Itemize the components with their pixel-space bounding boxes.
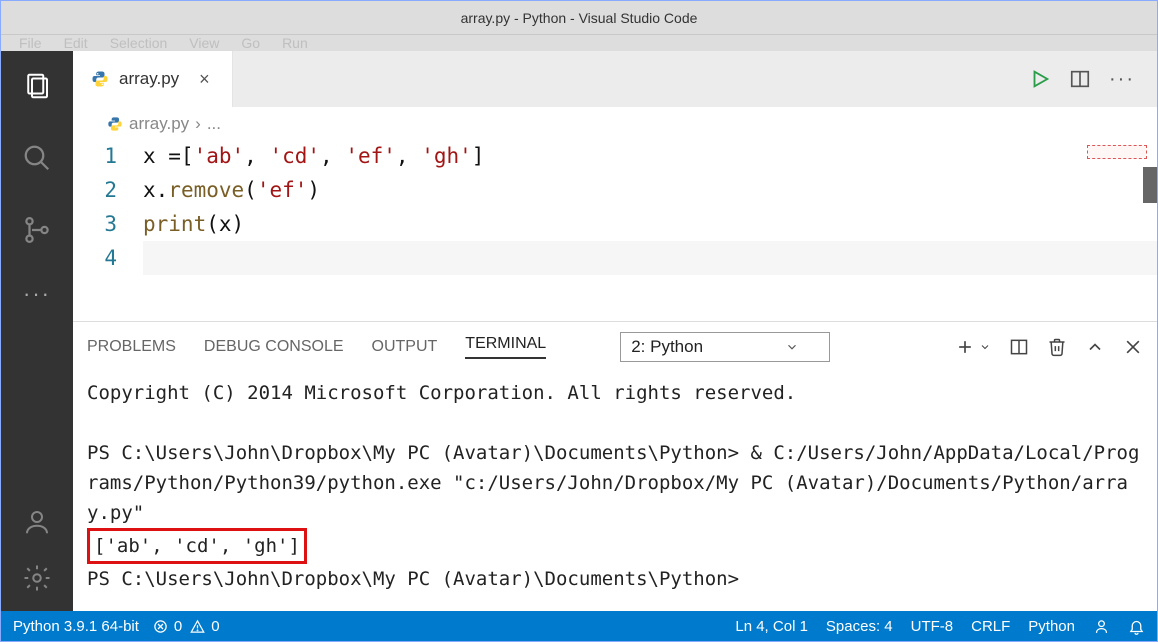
- titlebar: array.py - Python - Visual Studio Code: [1, 1, 1157, 35]
- source-control-icon[interactable]: [22, 215, 52, 245]
- python-file-icon: [107, 116, 123, 132]
- settings-gear-icon[interactable]: [22, 563, 52, 593]
- terminal-line: Copyright (C) 2014 Microsoft Corporation…: [87, 382, 796, 404]
- terminal-highlighted-output: ['ab', 'cd', 'gh']: [87, 528, 307, 564]
- line-number: 2: [73, 173, 117, 207]
- status-encoding[interactable]: UTF-8: [911, 618, 954, 635]
- status-python-version[interactable]: Python 3.9.1 64-bit: [13, 618, 139, 635]
- status-warning-count: 0: [211, 618, 219, 635]
- status-errors[interactable]: 0: [153, 618, 182, 635]
- terminal-line: PS C:\Users\John\Dropbox\My PC (Avatar)\…: [87, 568, 739, 590]
- activity-bar: ···: [1, 51, 73, 611]
- search-icon[interactable]: [22, 143, 52, 173]
- explorer-icon[interactable]: [22, 71, 52, 101]
- run-button[interactable]: [1029, 68, 1051, 90]
- tab-problems[interactable]: PROBLEMS: [87, 338, 176, 356]
- tab-output[interactable]: OUTPUT: [372, 338, 438, 356]
- minimap[interactable]: [1087, 145, 1147, 159]
- terminal-line: PS C:\Users\John\Dropbox\My PC (Avatar)\…: [87, 442, 1139, 524]
- line-number: 4: [73, 241, 117, 275]
- breadcrumb-sep: ›: [195, 114, 201, 134]
- tab-terminal[interactable]: TERMINAL: [465, 335, 546, 359]
- split-editor-icon[interactable]: [1069, 68, 1091, 90]
- menu-run[interactable]: Run: [282, 35, 308, 51]
- tab-debug-console[interactable]: DEBUG CONSOLE: [204, 338, 344, 356]
- scrollbar-thumb[interactable]: [1143, 167, 1157, 203]
- tab-array-py[interactable]: array.py ×: [73, 51, 233, 107]
- split-terminal-icon[interactable]: [1009, 337, 1029, 357]
- status-bar: Python 3.9.1 64-bit 0 0 Ln 4, Col 1 Spac…: [1, 611, 1157, 641]
- status-warnings[interactable]: 0: [190, 618, 219, 635]
- terminal-picker[interactable]: 2: Python: [620, 332, 830, 362]
- breadcrumb-more: ...: [207, 114, 221, 134]
- chevron-down-icon[interactable]: [979, 341, 991, 353]
- menubar: File Edit Selection View Go Run: [1, 35, 1157, 51]
- code-content[interactable]: x =['ab', 'cd', 'ef', 'gh']x.remove('ef'…: [143, 139, 1157, 321]
- line-number: 1: [73, 139, 117, 173]
- new-terminal-icon[interactable]: [955, 337, 975, 357]
- trash-icon[interactable]: [1047, 337, 1067, 357]
- python-file-icon: [91, 70, 109, 88]
- line-gutter: 1 2 3 4: [73, 139, 143, 321]
- bell-icon[interactable]: [1128, 618, 1145, 635]
- status-eol[interactable]: CRLF: [971, 618, 1010, 635]
- menu-view[interactable]: View: [189, 35, 219, 51]
- terminal-picker-label: 2: Python: [631, 337, 703, 357]
- activity-overflow-icon[interactable]: ···: [23, 281, 51, 307]
- tab-filename: array.py: [119, 69, 179, 89]
- editor-more-icon[interactable]: ···: [1109, 68, 1135, 91]
- close-panel-icon[interactable]: [1123, 337, 1143, 357]
- feedback-icon[interactable]: [1093, 618, 1110, 635]
- breadcrumb-file: array.py: [129, 114, 189, 134]
- chevron-down-icon: [785, 340, 799, 354]
- chevron-up-icon[interactable]: [1085, 337, 1105, 357]
- status-indentation[interactable]: Spaces: 4: [826, 618, 893, 635]
- breadcrumb[interactable]: array.py › ...: [73, 107, 1157, 137]
- code-editor[interactable]: 1 2 3 4 x =['ab', 'cd', 'ef', 'gh']x.rem…: [73, 137, 1157, 321]
- tab-bar: array.py × ···: [73, 51, 1157, 107]
- menu-edit[interactable]: Edit: [64, 35, 88, 51]
- terminal-output[interactable]: Copyright (C) 2014 Microsoft Corporation…: [73, 372, 1157, 611]
- status-cursor-pos[interactable]: Ln 4, Col 1: [735, 618, 808, 635]
- menu-go[interactable]: Go: [241, 35, 260, 51]
- bottom-panel: PROBLEMS DEBUG CONSOLE OUTPUT TERMINAL 2…: [73, 321, 1157, 611]
- account-icon[interactable]: [22, 507, 52, 537]
- menu-selection[interactable]: Selection: [110, 35, 168, 51]
- window-title: array.py - Python - Visual Studio Code: [461, 10, 698, 26]
- menu-file[interactable]: File: [19, 35, 42, 51]
- tab-close-icon[interactable]: ×: [199, 69, 210, 90]
- status-language[interactable]: Python: [1028, 618, 1075, 635]
- status-error-count: 0: [174, 618, 182, 635]
- line-number: 3: [73, 207, 117, 241]
